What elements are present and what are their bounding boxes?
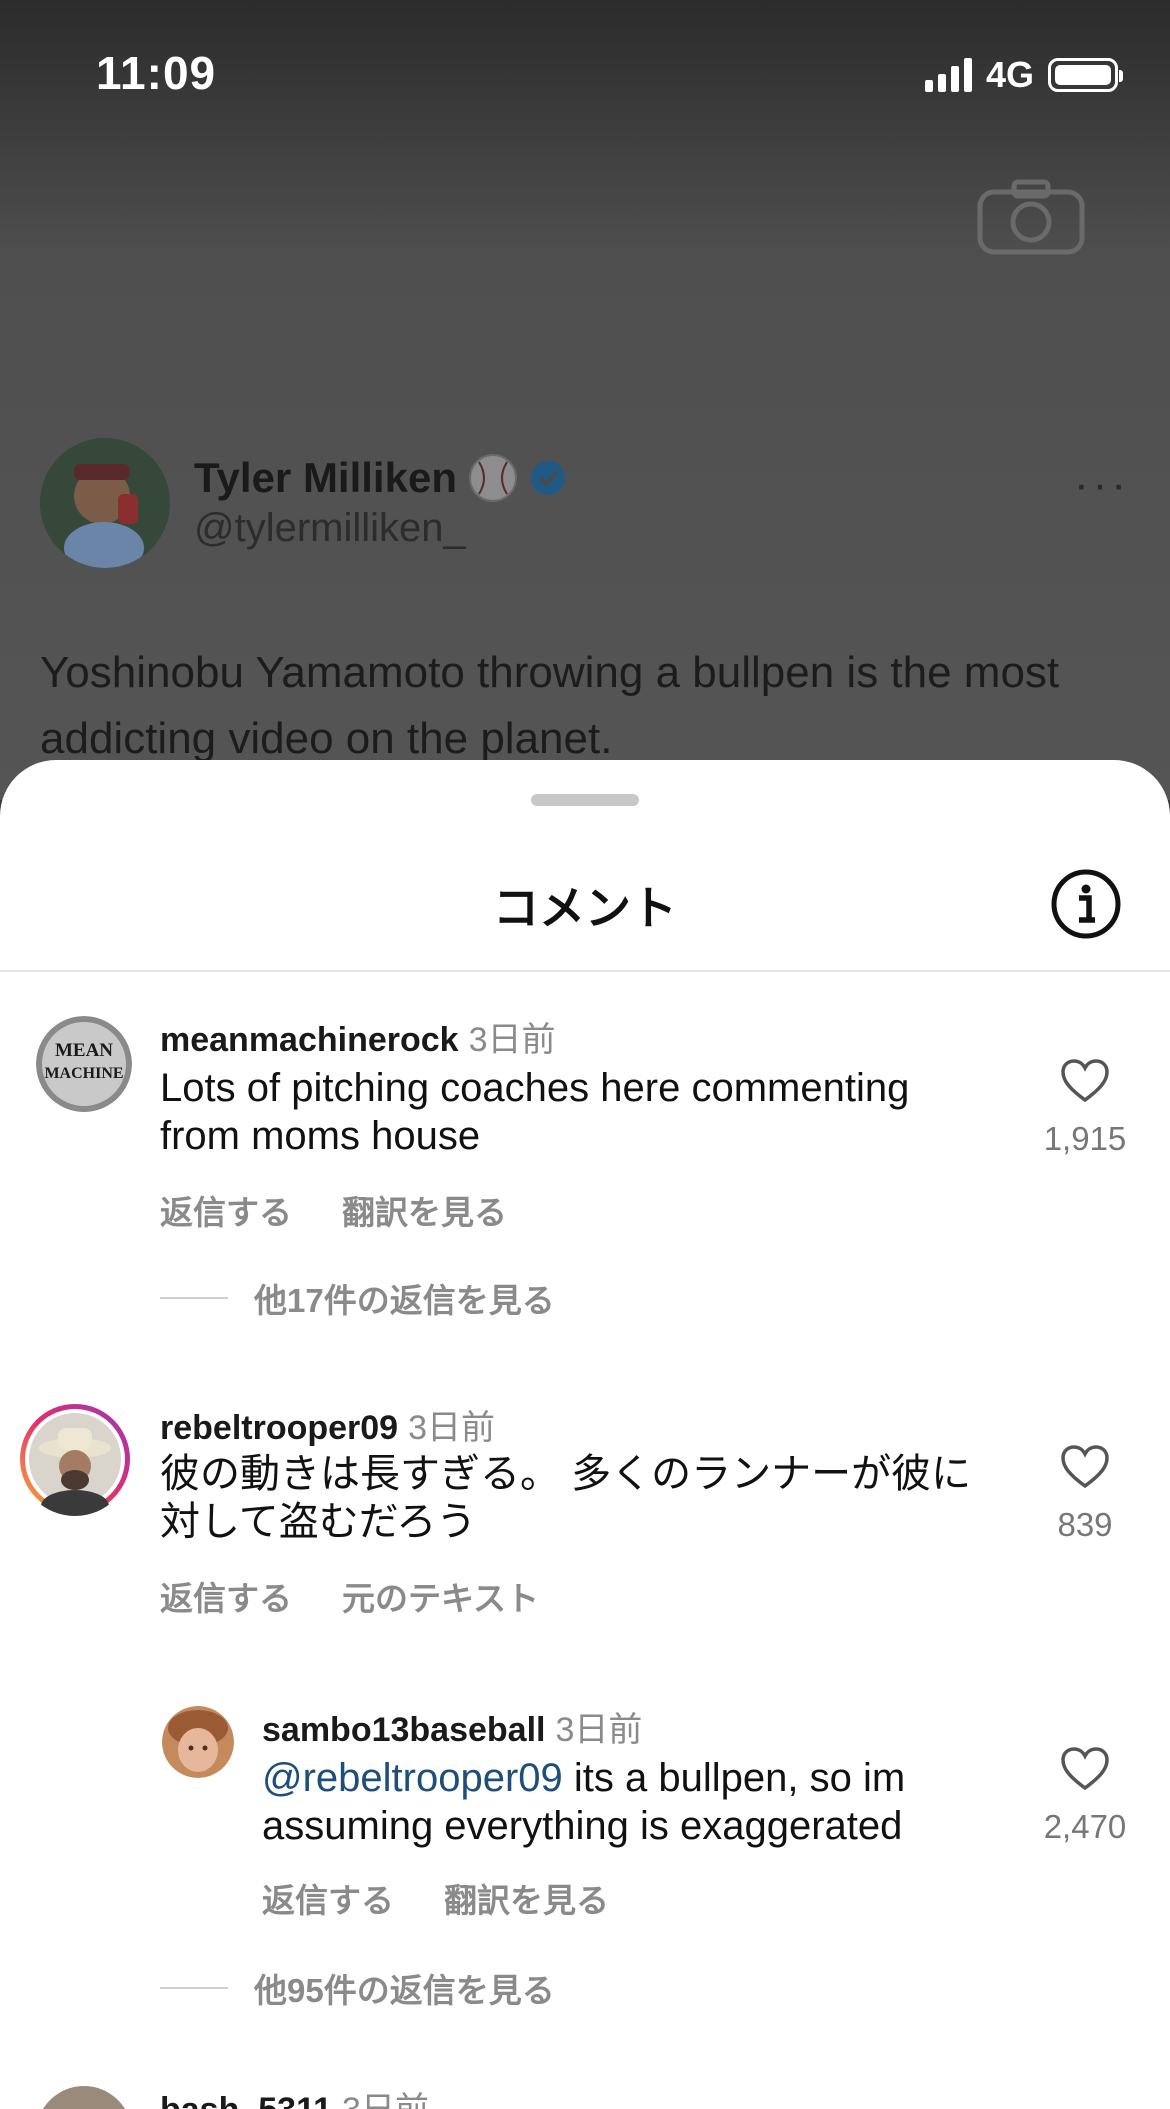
comment-item-partial: bash_5311 3日前 [0,2086,1170,2109]
signal-icon [924,58,972,92]
baseball-emoji-icon [468,454,517,502]
info-icon[interactable] [1050,868,1122,940]
comment-header: rebeltrooper09 3日前 [160,1400,495,1449]
author-name-row: Tyler Milliken [194,452,567,504]
view-replies-button[interactable]: 他17件の返信を見る [160,1274,555,1322]
sheet-title: コメント [493,882,677,934]
view-replies-button[interactable]: 他95件の返信を見る [160,1964,555,2012]
heart-icon[interactable] [1060,1444,1110,1490]
commenter-avatar[interactable]: MEAN MACHINE [36,1016,132,1112]
comment-text: @rebeltrooper09 its a bullpen, so im ass… [262,1754,1002,1850]
comment-text: Lots of pitching coaches here commenting… [160,1066,910,1158]
comment-text: 彼の動きは長すぎる。 多くのランナーが彼に対して盗むだろう [160,1452,972,1544]
reply-button[interactable]: 返信する [262,1882,394,1919]
comment-timestamp: 3日前 [555,1711,643,1749]
comment-username[interactable]: bash_5311 [160,2091,332,2109]
comment-username[interactable]: rebeltrooper09 [160,1409,398,1447]
commenter-avatar[interactable] [36,2086,132,2109]
replies-line [160,1987,228,1989]
like-control: 839 [1030,1444,1140,1544]
view-replies-label: 他17件の返信を見る [254,1282,555,1319]
comment-header: sambo13baseball 3日前 [262,1702,642,1751]
comment-username[interactable]: meanmachinerock [160,1021,459,1059]
svg-text:MACHINE: MACHINE [44,1065,123,1082]
translate-button[interactable]: 翻訳を見る [342,1194,507,1231]
like-count: 2,470 [1043,1808,1127,1845]
heart-icon[interactable] [1060,1058,1110,1104]
post-text: Yoshinobu Yamamoto throwing a bullpen is… [40,648,1060,763]
like-count: 1,915 [1043,1120,1127,1157]
author-name[interactable]: Tyler Milliken [194,454,457,502]
commenter-avatar[interactable] [18,1402,132,1516]
mention-link[interactable]: @rebeltrooper09 [262,1756,563,1800]
comment-header: meanmachinerock 3日前 [160,1012,556,1061]
header-divider [0,970,1170,972]
comment-actions: 返信する 翻訳を見る [262,1874,609,1922]
heart-icon[interactable] [1060,1746,1110,1792]
like-control: 2,470 [1030,1746,1140,1846]
comment-actions: 返信する 元のテキスト [160,1572,539,1620]
comment-actions: 返信する 翻訳を見る [160,1186,507,1234]
network-label: 4G [985,54,1034,95]
battery-icon [1048,58,1123,92]
more-options-icon[interactable]: ··· [1074,460,1130,510]
status-bar: 11:09 4G [96,46,1123,102]
comments-sheet: コメント MEAN MACHINE meanmachinerock 3日前 Lot… [0,760,1170,2109]
verified-icon [530,461,565,495]
author-handle: @tylermilliken_ [194,506,466,550]
status-icons: 4G [924,54,1123,96]
like-count: 839 [1057,1506,1113,1543]
status-time: 11:09 [96,47,217,99]
comment-timestamp: 3日前 [408,1409,496,1447]
view-replies-label: 他95件の返信を見る [254,1972,555,2009]
reply-button[interactable]: 返信する [160,1194,292,1231]
camera-icon[interactable] [976,178,1086,256]
comment-username[interactable]: sambo13baseball [262,1711,545,1749]
author-avatar[interactable] [40,438,170,568]
comment-header: bash_5311 3日前 [160,2086,429,2109]
sheet-drag-handle[interactable] [531,794,639,806]
original-text-button[interactable]: 元のテキスト [342,1580,539,1617]
svg-text:MEAN: MEAN [55,1040,113,1061]
like-control: 1,915 [1030,1058,1140,1158]
background-post: 11:09 4G Tyler Milliken @tylermilliken_ … [0,0,1170,800]
comment-timestamp: 3日前 [468,1021,556,1059]
post-header: Tyler Milliken @tylermilliken_ ··· [40,438,1130,570]
commenter-avatar[interactable] [162,1706,234,1778]
translate-button[interactable]: 翻訳を見る [444,1882,609,1919]
replies-line [160,1297,228,1299]
reply-button[interactable]: 返信する [160,1580,292,1617]
comment-timestamp: 3日前 [342,2091,429,2109]
